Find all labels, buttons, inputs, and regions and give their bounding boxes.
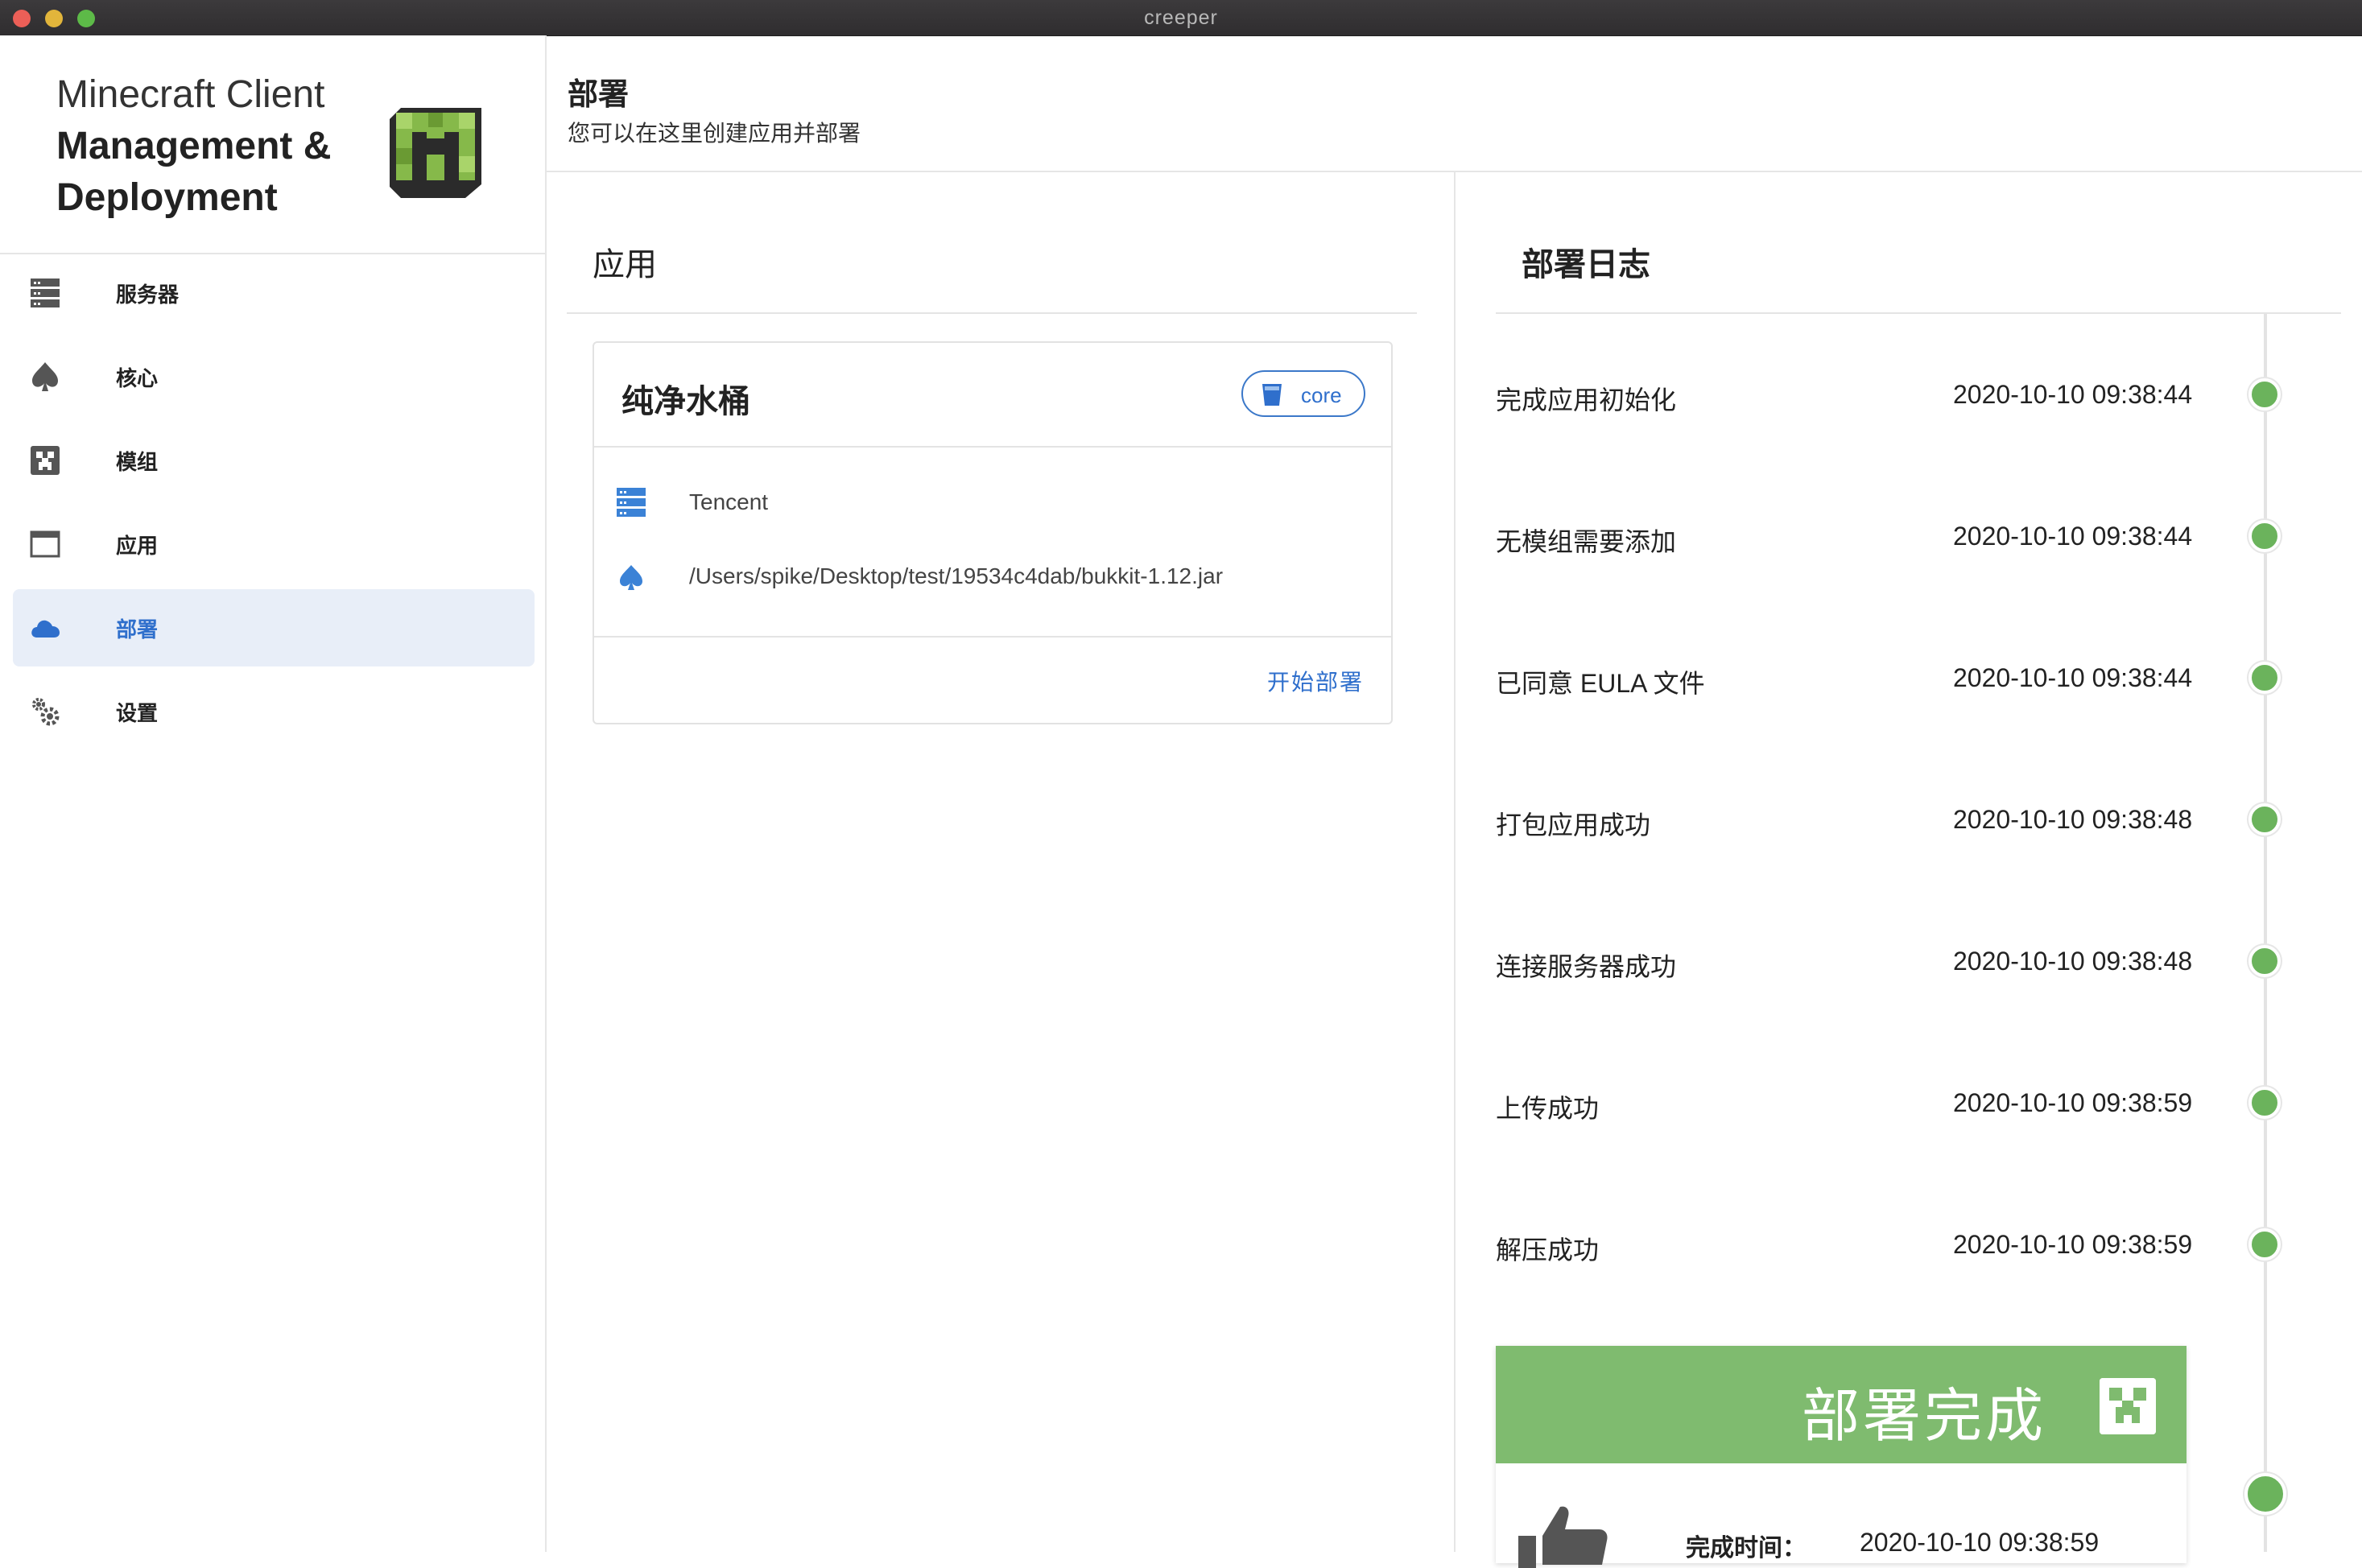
gears-icon (32, 698, 60, 726)
sidebar-item-mods[interactable]: 模组 (13, 422, 535, 499)
page-subtitle: 您可以在这里创建应用并部署 (568, 121, 861, 146)
sidebar-item-label: 服务器 (116, 283, 180, 307)
log-entry: 完成应用初始化 2020-10-10 09:38:44 (1496, 372, 2301, 420)
sidebar-item-apps[interactable]: 应用 (13, 505, 535, 583)
spade-icon (620, 565, 642, 590)
log-entry-time: 2020-10-10 09:38:44 (1953, 522, 2193, 551)
log-entry-text: 上传成功 (1496, 1094, 1600, 1123)
app-card: 纯净水桶 core Tencent /Users/spike/Desktop/t… (593, 341, 1393, 724)
brand-line-1: Minecraft Client (56, 73, 325, 116)
timeline-dot (2248, 803, 2281, 836)
log-entry-time: 2020-10-10 09:38:44 (1953, 663, 2193, 692)
timeline-dot (2248, 378, 2281, 411)
timeline-line (2264, 314, 2267, 1552)
log-entry-time: 2020-10-10 09:38:59 (1953, 1088, 2193, 1117)
creeper-icon (2100, 1378, 2156, 1434)
log-entry-text: 连接服务器成功 (1496, 952, 1677, 981)
column-divider (1454, 172, 1456, 1552)
deploy-complete-banner: 部署完成 (1496, 1346, 2187, 1463)
done-time-label: 完成时间： (1686, 1535, 1807, 1562)
log-entry: 解压成功 2020-10-10 09:38:59 (1496, 1222, 2301, 1270)
log-entry: 上传成功 2020-10-10 09:38:59 (1496, 1080, 2301, 1129)
bucket-icon (1262, 384, 1282, 406)
sidebar-item-deploy[interactable]: 部署 (13, 589, 535, 666)
cloud-icon (31, 620, 60, 638)
sidebar-item-label: 核心 (116, 366, 159, 390)
card-divider (594, 636, 1391, 638)
app-core-path: /Users/spike/Desktop/test/19534c4dab/buk… (689, 563, 1224, 588)
log-entry: 连接服务器成功 2020-10-10 09:38:48 (1496, 939, 2301, 987)
log-entry-time: 2020-10-10 09:38:59 (1953, 1230, 2193, 1259)
deploy-log-title: 部署日志 (1522, 247, 1650, 283)
card-divider (594, 446, 1391, 448)
sidebar-item-label: 应用 (116, 534, 159, 558)
apps-divider (567, 312, 1417, 314)
timeline-dot (2248, 1087, 2281, 1119)
deploy-complete-title: 部署完成 (1801, 1384, 2046, 1449)
app-server-row: Tencent (617, 481, 1365, 522)
server-icon (31, 279, 60, 307)
log-entry-text: 已同意 EULA 文件 (1496, 669, 1705, 698)
timeline-dot (2248, 945, 2281, 977)
log-entry: 无模组需要添加 2020-10-10 09:38:44 (1496, 514, 2301, 562)
server-icon (617, 488, 646, 517)
window-title: creeper (1144, 6, 1218, 29)
sidebar: Minecraft Client Management & Deployment… (0, 35, 547, 1552)
done-time-value: 2020-10-10 09:38:59 (1860, 1528, 2100, 1557)
core-chip-label: core (1301, 383, 1342, 407)
deploy-complete-card: 部署完成 完成时间： 2020-10-10 09:38:59 (1496, 1346, 2187, 1568)
apps-section-title: 应用 (593, 247, 657, 283)
creeper-icon (31, 446, 60, 475)
spade-icon (32, 362, 58, 391)
log-entry-time: 2020-10-10 09:38:44 (1953, 380, 2193, 409)
minecraft-logo-icon (390, 108, 481, 198)
window-titlebar: creeper (0, 0, 2362, 36)
sidebar-item-label: 设置 (116, 701, 159, 725)
log-entry-time: 2020-10-10 09:38:48 (1953, 805, 2193, 834)
log-entry-text: 解压成功 (1496, 1236, 1600, 1265)
thumbs-up-icon (1518, 1506, 1608, 1568)
page-title: 部署 (568, 78, 630, 112)
log-entry-text: 无模组需要添加 (1496, 527, 1677, 556)
log-entry: 已同意 EULA 文件 2020-10-10 09:38:44 (1496, 655, 2301, 704)
start-deploy-button[interactable]: 开始部署 (1267, 665, 1364, 697)
sidebar-item-label: 部署 (116, 617, 159, 642)
app-server-name: Tencent (689, 489, 769, 514)
log-entry: 打包应用成功 2020-10-10 09:38:48 (1496, 797, 2301, 845)
timeline-dot (2248, 662, 2281, 694)
brand-line-3: Deployment (56, 176, 278, 219)
sidebar-item-label: 模组 (116, 450, 159, 474)
app-core-row: /Users/spike/Desktop/test/19534c4dab/buk… (617, 555, 1365, 596)
window-icon (30, 530, 60, 558)
page-header: 部署 您可以在这里创建应用并部署 (547, 35, 2362, 172)
timeline-dot (2248, 1228, 2281, 1261)
log-entry-text: 完成应用初始化 (1496, 386, 1677, 415)
sidebar-item-core[interactable]: 核心 (13, 338, 535, 415)
timeline-dot (2244, 1473, 2286, 1515)
timeline-dot (2248, 520, 2281, 552)
log-entry-time: 2020-10-10 09:38:48 (1953, 947, 2193, 976)
core-chip[interactable]: core (1241, 370, 1365, 417)
log-entry-text: 打包应用成功 (1496, 811, 1651, 840)
app-name: 纯净水桶 (621, 384, 750, 419)
sidebar-item-servers[interactable]: 服务器 (13, 254, 535, 332)
brand: Minecraft Client Management & Deployment (56, 69, 394, 224)
brand-line-2: Management & (56, 125, 332, 167)
sidebar-item-settings[interactable]: 设置 (13, 673, 535, 750)
log-divider (1496, 312, 2341, 314)
